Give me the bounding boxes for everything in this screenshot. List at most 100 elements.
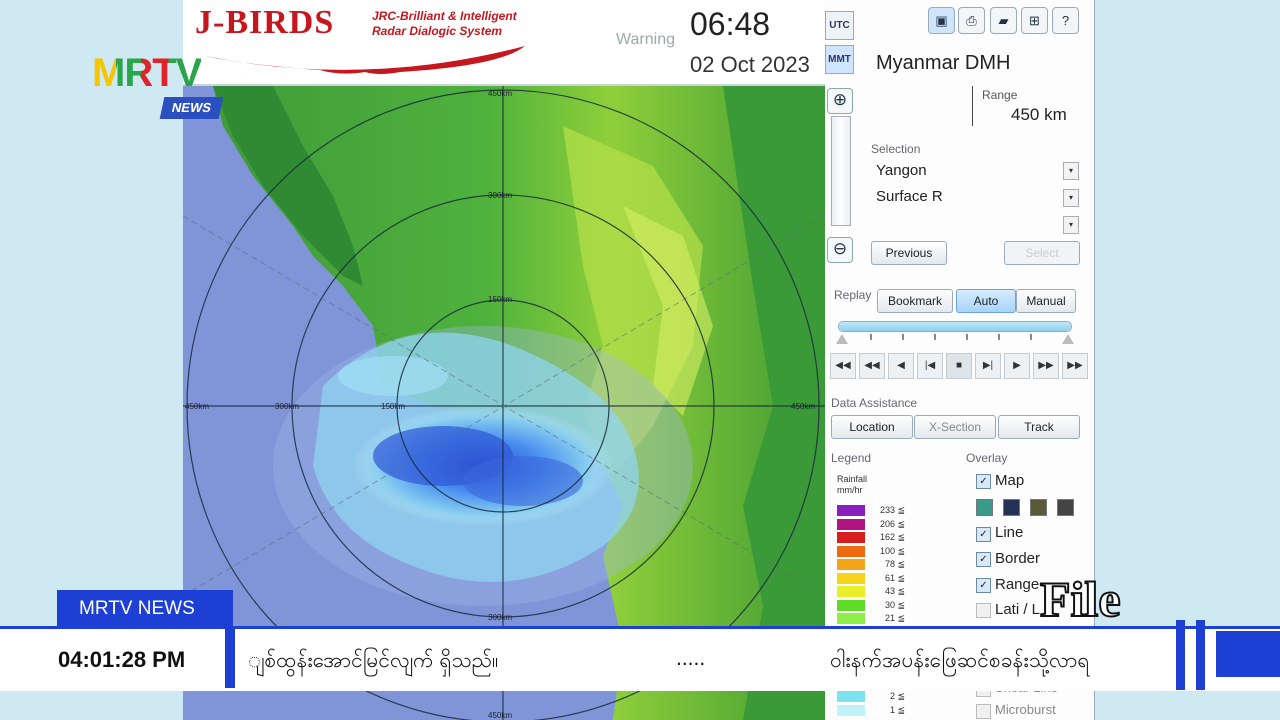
xsection-button[interactable]: X-Section: [914, 415, 996, 439]
legend-value: 206 ≦: [879, 518, 905, 529]
legend-swatch: [837, 613, 865, 625]
zoom-in-button[interactable]: ⊕: [827, 88, 853, 114]
ticker-text-viewport: ျစ်ထွန်းအောင်မြင်လျက် ရှိသည်။ ..... ဝါးန…: [238, 629, 1176, 685]
legend-swatch: [837, 704, 865, 716]
chevron-down-icon[interactable]: ▾: [1063, 162, 1079, 180]
legend-scale: 233 ≦ 206 ≦ 162 ≦ 100 ≦ 78 ≦ 61 ≦ 43 ≦ 30 ≦ 21 ≦: [837, 504, 905, 626]
product-select[interactable]: Surface R: [876, 188, 1082, 210]
station-name: Myanmar DMH: [876, 52, 1011, 74]
map-style-swatch[interactable]: [1057, 499, 1074, 516]
current-time: 06:48: [690, 6, 771, 42]
map-label-450-right: 450km: [791, 402, 815, 411]
legend-swatch: [837, 691, 865, 703]
ticker-divider: [225, 626, 235, 688]
map-label-150-top: 150km: [488, 295, 512, 304]
legend-value: 61 ≦: [884, 572, 905, 583]
map-style-swatch[interactable]: [1030, 499, 1047, 516]
next-frame-icon[interactable]: ▶|: [975, 353, 1001, 379]
bookmark-button[interactable]: Bookmark: [877, 289, 953, 313]
file-watermark: File: [1039, 570, 1122, 628]
legend-swatch: [837, 505, 865, 517]
border-overlay-label: Border: [995, 550, 1041, 567]
auto-button[interactable]: Auto: [956, 289, 1016, 313]
map-label-300-top: 300km: [488, 191, 512, 200]
ticker-bar-left: [1176, 620, 1185, 690]
map-style-swatch[interactable]: [1003, 499, 1020, 516]
legend-row: 30 ≦: [837, 599, 905, 613]
prev-frame-icon[interactable]: |◀: [917, 353, 943, 379]
map-label-150-left: 150km: [381, 402, 405, 411]
legend-row: 43 ≦: [837, 585, 905, 599]
news-tag: NEWS: [159, 97, 224, 119]
legend-title: Rainfall mm/hr: [837, 474, 867, 496]
chevron-down-icon[interactable]: ▾: [1063, 216, 1079, 234]
stop-icon[interactable]: ■: [946, 353, 972, 379]
range-label: Range: [982, 88, 1018, 102]
jbirds-logo-title: J-BIRDS: [195, 4, 335, 41]
replay-ticks: [836, 334, 1074, 344]
radar-map-canvas: 450km 300km 150km 450km 300km 150km 450k…: [183, 86, 825, 720]
legend-value: 30 ≦: [884, 599, 905, 610]
legend-value: 21 ≦: [884, 613, 905, 624]
legend-value: 43 ≦: [884, 586, 905, 597]
legend-row: 1 ≦: [837, 704, 905, 718]
zoom-slider[interactable]: [831, 116, 851, 226]
map-style-swatch[interactable]: [976, 499, 993, 516]
map-overlay-label: Map: [995, 472, 1025, 489]
folder-open-icon[interactable]: ▰: [990, 7, 1017, 34]
border-checkbox[interactable]: ✓: [976, 552, 991, 567]
legend-row: 206 ≦: [837, 518, 905, 532]
ticker-text-2: ဝါးနက်အပန်းဖြေဆင်စခန်းသို့လာရ: [830, 649, 1090, 672]
play-icon[interactable]: ▶: [1004, 353, 1030, 379]
range-checkbox[interactable]: ✓: [976, 578, 991, 593]
legend-swatch: [837, 586, 865, 598]
line-checkbox[interactable]: ✓: [976, 527, 991, 542]
range-value: 450 km: [1011, 105, 1067, 124]
bird-swoosh-icon: [205, 46, 525, 74]
fast-forward-icon[interactable]: ▶▶: [1033, 353, 1059, 379]
step-back-icon[interactable]: ◀: [888, 353, 914, 379]
current-date: 02 Oct 2023: [690, 52, 810, 77]
replay-label: Replay: [834, 288, 872, 302]
legend-row: 162 ≦: [837, 531, 905, 545]
microburst-checkbox[interactable]: [976, 704, 991, 719]
tz-mmt-button[interactable]: MMT: [825, 45, 854, 74]
help-icon[interactable]: ?: [1052, 7, 1079, 34]
legend-swatch: [837, 545, 865, 557]
save-icon[interactable]: ▣: [928, 7, 955, 34]
ticker-end-bars: [1176, 620, 1206, 690]
logo-subtitle-line2: Radar Dialogic System: [372, 24, 503, 38]
third-select[interactable]: [876, 214, 1082, 236]
fast-back-icon[interactable]: ◀◀: [859, 353, 885, 379]
track-button[interactable]: Track: [998, 415, 1080, 439]
radar-map[interactable]: 450km 300km 150km 450km 300km 150km 450k…: [183, 86, 825, 720]
jbirds-logo-subtitle: JRC-Brilliant & Intelligent Radar Dialog…: [372, 9, 517, 39]
data-assistance-label: Data Assistance: [831, 396, 918, 410]
zoom-out-button[interactable]: ⊖: [827, 237, 853, 263]
latlon-checkbox[interactable]: [976, 603, 991, 618]
previous-button[interactable]: Previous: [871, 241, 947, 265]
legend-swatch: [837, 518, 865, 530]
chevron-down-icon[interactable]: ▾: [1063, 189, 1079, 207]
legend-label: Legend: [831, 451, 872, 465]
print-icon[interactable]: ⎙: [958, 7, 985, 34]
microburst-label: Microburst: [995, 702, 1056, 717]
manual-button[interactable]: Manual: [1016, 289, 1076, 313]
map-checkbox[interactable]: ✓: [976, 474, 991, 489]
site-select[interactable]: Yangon: [876, 162, 1082, 184]
mrtv-logo-text: MRTV: [92, 51, 202, 95]
ticker-dots: .....: [676, 647, 706, 670]
export-icon[interactable]: ⊞: [1021, 7, 1048, 34]
location-button[interactable]: Location: [831, 415, 913, 439]
first-frame-icon[interactable]: ◀◀: [830, 353, 856, 379]
legend-value: 2 ≦: [889, 691, 905, 702]
legend-row: 61 ≦: [837, 572, 905, 586]
last-frame-icon[interactable]: ▶▶: [1062, 353, 1088, 379]
map-label-300-bottom: 300km: [488, 613, 512, 622]
select-button[interactable]: Select: [1004, 241, 1080, 265]
overlay-label: Overlay: [966, 451, 1008, 465]
tz-utc-button[interactable]: UTC: [825, 11, 854, 40]
ticker-channel-tag: MRTV NEWS: [57, 590, 233, 626]
legend-value: 233 ≦: [879, 505, 905, 516]
legend-swatch: [837, 572, 865, 584]
